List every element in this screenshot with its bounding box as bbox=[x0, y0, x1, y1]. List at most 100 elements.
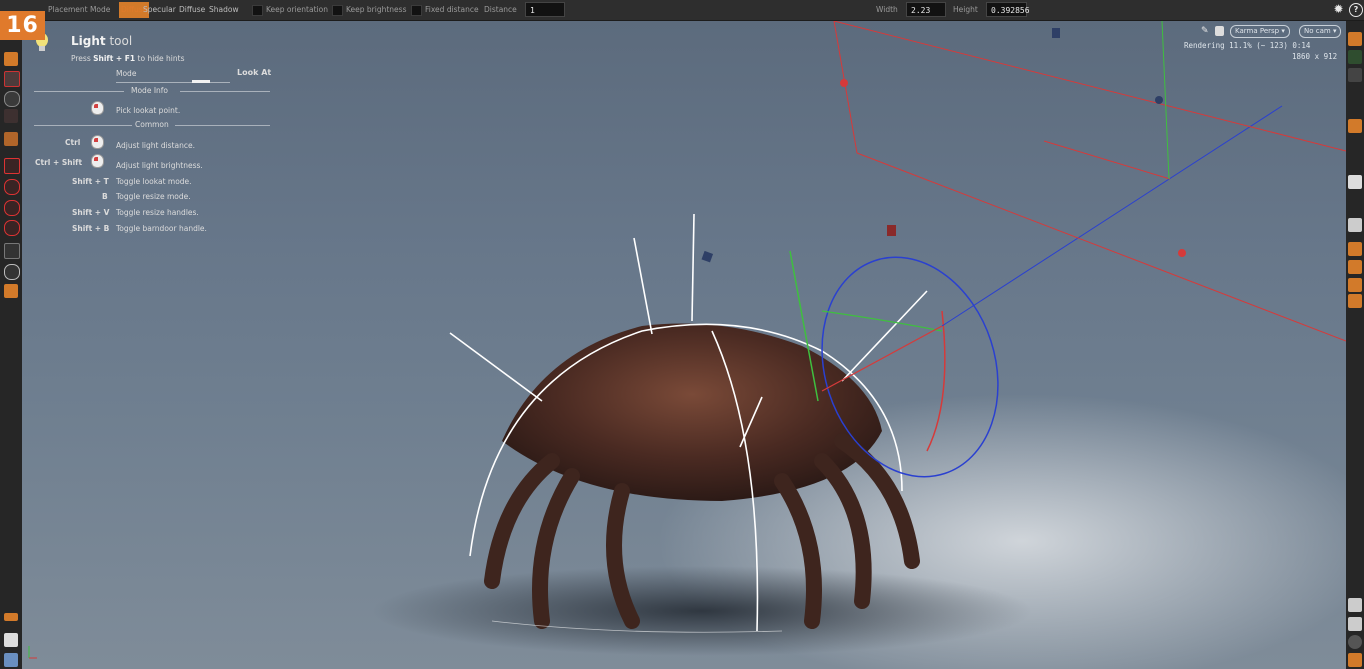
divider bbox=[34, 125, 132, 126]
display-tool-icon[interactable] bbox=[4, 653, 18, 667]
common-header: Common bbox=[135, 120, 169, 129]
handle-square bbox=[887, 225, 896, 236]
width-label: Width bbox=[876, 5, 898, 14]
lock-icon[interactable] bbox=[1215, 26, 1224, 36]
gear-icon[interactable]: ✹ bbox=[1332, 3, 1345, 16]
fixed-distance-checkbox[interactable] bbox=[411, 5, 422, 16]
transform-tool-icon[interactable] bbox=[4, 158, 20, 174]
render-resolution: 1860 x 912 bbox=[1292, 52, 1338, 61]
scene-viewport[interactable]: Light tool Press Shift + F1 to hide hint… bbox=[22, 21, 1346, 669]
handle-dot bbox=[840, 79, 848, 87]
camera-menu[interactable]: No cam ▾ bbox=[1299, 25, 1342, 38]
divider bbox=[180, 91, 270, 92]
distance-field[interactable]: 1 bbox=[525, 2, 565, 17]
distance-label: Distance bbox=[484, 5, 517, 14]
display-options-icon[interactable] bbox=[1348, 32, 1362, 46]
shortcut-action: Toggle resize mode. bbox=[116, 192, 191, 201]
view-tool-icon[interactable] bbox=[4, 243, 20, 259]
snap-tool-icon[interactable] bbox=[4, 200, 20, 216]
mode-info-header: Mode Info bbox=[131, 86, 169, 95]
render-tool-icon[interactable] bbox=[4, 284, 18, 298]
select-tool-icon[interactable] bbox=[4, 71, 20, 87]
keep-orientation-checkbox[interactable] bbox=[252, 5, 263, 16]
shortcut-action: Toggle resize handles. bbox=[116, 208, 199, 217]
geometry-icon[interactable] bbox=[1348, 278, 1362, 292]
handle-square bbox=[1052, 28, 1060, 38]
info-icon[interactable] bbox=[1348, 635, 1362, 649]
layout-icon[interactable] bbox=[1348, 653, 1362, 667]
shortcut-keys: Ctrl bbox=[65, 138, 81, 147]
camera-tool-icon[interactable] bbox=[4, 264, 20, 280]
shortcut-keys: Shift + V bbox=[72, 208, 110, 217]
light-tool-icon[interactable] bbox=[4, 132, 18, 146]
placement-mode-label: Placement Mode bbox=[48, 5, 111, 14]
handle-square bbox=[701, 250, 714, 263]
keep-brightness-label: Keep brightness bbox=[346, 5, 407, 14]
mode-slider-thumb[interactable] bbox=[192, 80, 210, 83]
shortcut-action: Adjust light distance. bbox=[116, 141, 195, 150]
rotate-tool-icon[interactable] bbox=[4, 109, 18, 123]
flipbook-icon[interactable] bbox=[1348, 617, 1362, 631]
scene-render bbox=[372, 21, 1346, 656]
shadow-icon[interactable] bbox=[1348, 260, 1362, 274]
background-icon[interactable] bbox=[1348, 218, 1362, 232]
ground-shadow bbox=[372, 566, 1032, 656]
highlight-icon[interactable] bbox=[1348, 119, 1362, 133]
move-tool-icon[interactable] bbox=[4, 91, 20, 107]
shading-icon[interactable] bbox=[1348, 175, 1362, 189]
visibility-icon[interactable] bbox=[1348, 50, 1362, 64]
mouse-icon bbox=[91, 101, 104, 115]
shortcut-action: Adjust light brightness. bbox=[116, 161, 203, 170]
paint-tool-icon[interactable] bbox=[4, 633, 18, 647]
help-icon[interactable]: ? bbox=[1349, 3, 1363, 17]
hud-hint-key: Shift + F1 bbox=[93, 54, 136, 63]
handle-tool-icon[interactable] bbox=[4, 220, 20, 236]
frame-axis-green bbox=[1161, 21, 1170, 180]
handle-dot bbox=[1178, 249, 1186, 257]
shortcut-keys: B bbox=[102, 192, 108, 201]
pick-lookat-text: Pick lookat point. bbox=[116, 106, 181, 115]
fixed-distance-label: Fixed distance bbox=[425, 5, 479, 14]
mode-diffuse-button[interactable]: Diffuse bbox=[177, 2, 207, 18]
mode-specular-button[interactable]: Specular bbox=[141, 2, 178, 18]
handle-dot bbox=[1155, 96, 1163, 104]
width-field[interactable]: 2.23 bbox=[906, 2, 946, 17]
mode-shadow-button[interactable]: Shadow bbox=[207, 2, 241, 18]
top-toolbar: Placement Mode Diffuse Specular Diffuse … bbox=[0, 0, 1364, 21]
area-light-frame bbox=[833, 21, 1346, 342]
renderer-menu-label: Karma Persp bbox=[1235, 27, 1280, 35]
shortcut-action: Toggle lookat mode. bbox=[116, 177, 192, 186]
chevron-down-icon: ▾ bbox=[1281, 27, 1285, 35]
divider bbox=[175, 125, 270, 126]
left-tool-shelf bbox=[0, 21, 22, 669]
shortcut-keys: Shift + T bbox=[72, 177, 109, 186]
rotate-arc-green bbox=[821, 310, 943, 332]
render-progress: Rendering 11.1% (~ 123) 0:14 bbox=[1184, 41, 1311, 50]
hud-mode-label: Mode bbox=[116, 69, 137, 78]
snapshot-icon[interactable] bbox=[1348, 598, 1362, 612]
mode-slider-track bbox=[116, 82, 230, 83]
right-display-shelf bbox=[1346, 21, 1364, 669]
height-field[interactable]: 0.392856 bbox=[986, 2, 1030, 17]
hud-title-rest: tool bbox=[105, 34, 133, 48]
renderer-menu[interactable]: Karma Persp ▾ bbox=[1230, 25, 1290, 38]
lock-icon[interactable] bbox=[1348, 68, 1362, 82]
axis-red bbox=[821, 325, 943, 392]
mouse-icon bbox=[91, 154, 104, 168]
hud-title-bold: Light bbox=[71, 34, 106, 48]
lock-tool-icon[interactable] bbox=[4, 52, 18, 66]
chevron-down-icon: ▾ bbox=[1332, 27, 1337, 35]
hud-hint: Press Shift + F1 to hide hints bbox=[71, 54, 184, 63]
keep-brightness-checkbox[interactable] bbox=[332, 5, 343, 16]
pin-icon[interactable]: ✎ bbox=[1201, 26, 1211, 36]
axis-gizmo-icon bbox=[28, 646, 37, 659]
step-number-badge: 16 bbox=[0, 11, 45, 40]
timeline-tool-icon[interactable] bbox=[4, 613, 18, 621]
hud-hint-post: to hide hints bbox=[135, 54, 185, 63]
keep-orientation-label: Keep orientation bbox=[266, 5, 328, 14]
lighting-icon[interactable] bbox=[1348, 242, 1362, 256]
hud-title: Light tool bbox=[71, 34, 132, 48]
guide-icon[interactable] bbox=[1348, 294, 1362, 308]
camera-menu-label: No cam bbox=[1304, 27, 1331, 35]
magnet-tool-icon[interactable] bbox=[4, 179, 20, 195]
